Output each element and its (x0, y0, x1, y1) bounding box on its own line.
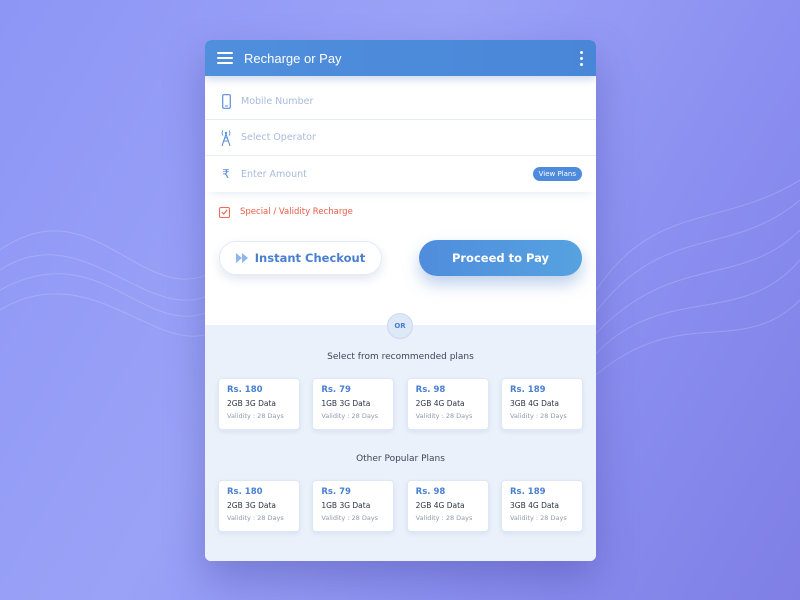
special-recharge-row: Special / Validity Recharge (205, 192, 596, 232)
phone-icon (219, 94, 233, 109)
proceed-to-pay-button[interactable]: Proceed to Pay (419, 240, 582, 276)
plan-card[interactable]: Rs. 189 3GB 4G Data Validity : 28 Days (500, 480, 583, 532)
plan-validity: Validity : 28 Days (509, 412, 567, 420)
app-title: Recharge or Pay (244, 50, 342, 66)
plan-price: Rs. 180 (227, 385, 263, 395)
operator-select[interactable]: Select Operator (241, 132, 582, 143)
proceed-to-pay-label: Proceed to Pay (451, 251, 550, 265)
plan-data: 1GB 3G Data (321, 399, 371, 408)
rupee-symbol: ₹ (222, 167, 230, 181)
plan-price: Rs. 98 (415, 487, 446, 497)
plan-validity: Validity : 28 Days (321, 514, 379, 522)
plan-data: 2GB 4G Data (415, 399, 465, 408)
hamburger-icon[interactable] (217, 52, 233, 64)
check-icon (221, 209, 228, 215)
special-recharge-checkbox[interactable] (219, 206, 230, 218)
instant-checkout-button[interactable]: Instant Checkout (219, 241, 382, 275)
rupee-icon: ₹ (219, 167, 233, 181)
plan-data: 2GB 4G Data (415, 501, 465, 510)
plan-validity: Validity : 28 Days (415, 412, 473, 420)
popular-plans: Rs. 180 2GB 3G Data Validity : 28 Days R… (218, 480, 583, 532)
plan-price: Rs. 189 (509, 385, 546, 395)
plan-data: 2GB 3G Data (227, 399, 276, 408)
app-bar: Recharge or Pay (205, 40, 596, 76)
instant-checkout-label: Instant Checkout (254, 251, 366, 265)
action-buttons: Instant Checkout Proceed to Pay (205, 232, 596, 284)
plan-validity: Validity : 28 Days (321, 412, 379, 420)
plan-card[interactable]: Rs. 98 2GB 4G Data Validity : 28 Days (406, 378, 489, 430)
mobile-number-field[interactable]: Mobile Number (205, 84, 596, 120)
recommended-plans-title: Select from recommended plans (327, 352, 474, 362)
plan-validity: Validity : 28 Days (227, 514, 284, 522)
tower-icon (219, 129, 233, 147)
popular-plans-title: Other Popular Plans (356, 454, 445, 464)
plan-data: 1GB 3G Data (321, 501, 371, 510)
mobile-number-input[interactable]: Mobile Number (241, 96, 582, 107)
plan-price: Rs. 189 (509, 487, 546, 497)
view-plans-button[interactable]: View Plans (532, 167, 582, 181)
plan-price: Rs. 180 (227, 487, 263, 497)
plan-price: Rs. 79 (321, 487, 351, 497)
fast-forward-icon (235, 253, 248, 263)
plan-card[interactable]: Rs. 79 1GB 3G Data Validity : 28 Days (312, 378, 395, 430)
plan-card[interactable]: Rs. 79 1GB 3G Data Validity : 28 Days (312, 480, 395, 532)
plan-card[interactable]: Rs. 98 2GB 4G Data Validity : 28 Days (406, 480, 489, 532)
plan-validity: Validity : 28 Days (509, 514, 567, 522)
plan-card[interactable]: Rs. 180 2GB 3G Data Validity : 28 Days (218, 378, 300, 430)
plan-data: 2GB 3G Data (227, 501, 276, 510)
recommended-plans: Rs. 180 2GB 3G Data Validity : 28 Days R… (218, 378, 583, 430)
amount-input[interactable]: Enter Amount (241, 169, 533, 180)
plan-price: Rs. 79 (321, 385, 351, 395)
plan-card[interactable]: Rs. 180 2GB 3G Data Validity : 28 Days (218, 480, 300, 532)
special-recharge-label: Special / Validity Recharge (240, 207, 353, 217)
operator-field[interactable]: Select Operator (205, 120, 596, 156)
more-vert-icon[interactable] (579, 50, 583, 66)
plans-section: OR Select from recommended plans Rs. 180… (205, 313, 596, 561)
amount-field[interactable]: ₹ Enter Amount View Plans (205, 156, 596, 192)
plan-validity: Validity : 28 Days (227, 412, 284, 420)
plan-validity: Validity : 28 Days (415, 514, 473, 522)
or-divider: OR (387, 313, 413, 339)
plan-card[interactable]: Rs. 189 3GB 4G Data Validity : 28 Days (500, 378, 583, 430)
recharge-card: Recharge or Pay Mobile Number Select Ope… (205, 40, 596, 561)
plan-price: Rs. 98 (415, 385, 446, 395)
plan-data: 3GB 4G Data (509, 501, 559, 510)
plan-data: 3GB 4G Data (509, 399, 559, 408)
